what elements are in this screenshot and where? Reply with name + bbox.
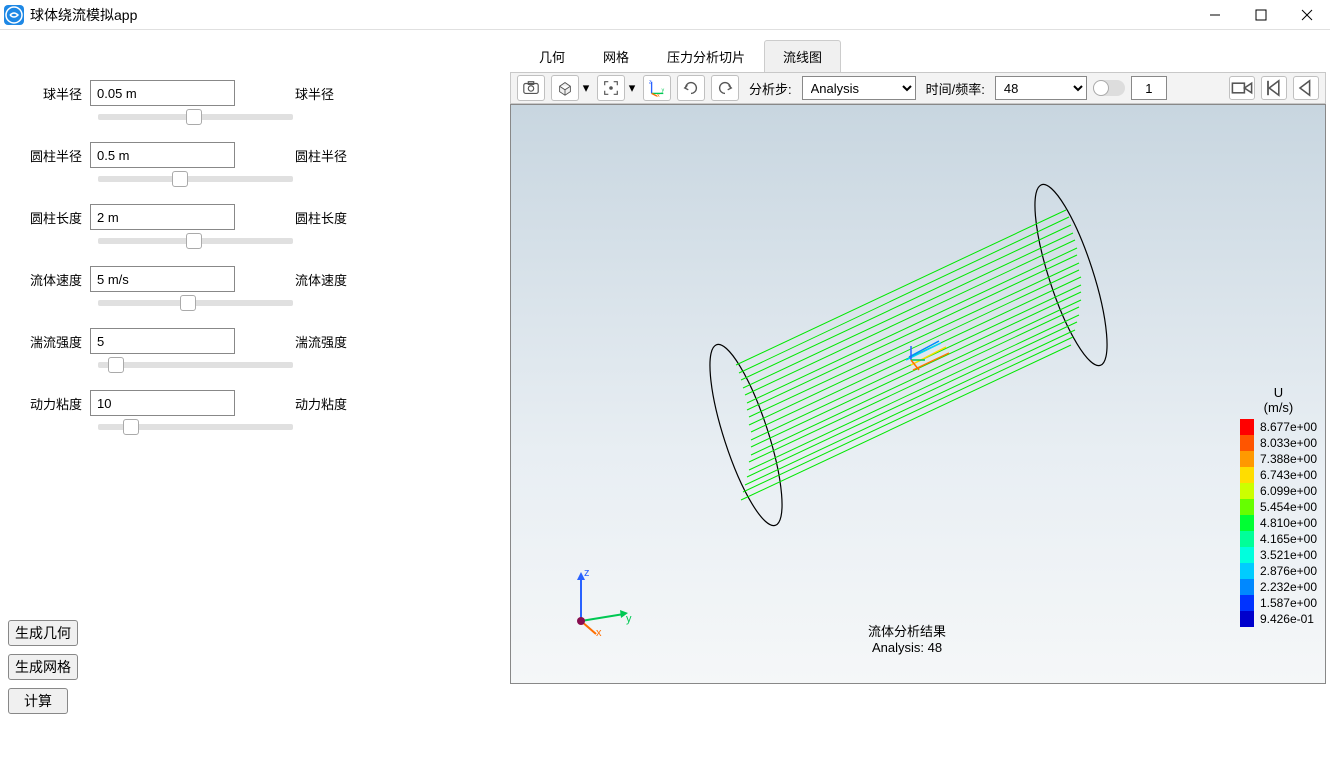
- fit-view-dropdown[interactable]: ▾: [627, 75, 637, 101]
- generate-geometry-button[interactable]: 生成几何: [8, 620, 78, 646]
- param-label-1: 圆柱半径: [0, 146, 90, 165]
- result-caption: 流体分析结果 Analysis: 48: [868, 621, 946, 655]
- legend-row: 9.426e-01: [1240, 611, 1317, 627]
- legend-row: 8.033e+00: [1240, 435, 1317, 451]
- close-button[interactable]: [1284, 0, 1330, 30]
- view-orientation-dropdown[interactable]: ▾: [581, 75, 591, 101]
- svg-text:z: z: [649, 80, 652, 86]
- param-input-5[interactable]: [90, 390, 235, 416]
- screenshot-button[interactable]: [517, 75, 545, 101]
- toggle-switch[interactable]: [1093, 80, 1125, 96]
- app-icon: [4, 5, 24, 25]
- param-side-label-5: 动力粘度: [295, 394, 347, 413]
- calculate-button[interactable]: 计算: [8, 688, 68, 714]
- legend-row: 6.099e+00: [1240, 483, 1317, 499]
- fit-view-button[interactable]: [597, 75, 625, 101]
- param-input-1[interactable]: [90, 142, 235, 168]
- viewport-toolbar: ▾ ▾ z yx 分析步: Analysis 时间/频率: 48: [510, 72, 1326, 104]
- param-label-0: 球半径: [0, 84, 90, 103]
- analysis-step-label: 分析步:: [749, 79, 792, 98]
- generate-mesh-button[interactable]: 生成网格: [8, 654, 78, 680]
- param-slider-3[interactable]: [98, 300, 293, 306]
- param-slider-0[interactable]: [98, 114, 293, 120]
- svg-text:x: x: [657, 93, 660, 97]
- legend-row: 4.810e+00: [1240, 515, 1317, 531]
- record-button[interactable]: [1229, 76, 1255, 100]
- svg-text:x: x: [596, 627, 602, 636]
- legend-row: 8.677e+00: [1240, 419, 1317, 435]
- analysis-step-select[interactable]: Analysis: [802, 76, 916, 100]
- axes-button[interactable]: z yx: [643, 75, 671, 101]
- param-input-0[interactable]: [90, 80, 235, 106]
- legend-row: 5.454e+00: [1240, 499, 1317, 515]
- time-freq-select[interactable]: 48: [995, 76, 1087, 100]
- param-label-3: 流体速度: [0, 270, 90, 289]
- legend-row: 4.165e+00: [1240, 531, 1317, 547]
- tab-2[interactable]: 压力分析切片: [648, 40, 764, 72]
- svg-text:y: y: [626, 613, 632, 625]
- view-orientation-button[interactable]: [551, 75, 579, 101]
- legend-row: 2.876e+00: [1240, 563, 1317, 579]
- param-label-4: 湍流强度: [0, 332, 90, 351]
- window-titlebar: 球体绕流模拟app: [0, 0, 1330, 30]
- first-frame-button[interactable]: [1261, 76, 1287, 100]
- legend-row: 2.232e+00: [1240, 579, 1317, 595]
- param-input-2[interactable]: [90, 204, 235, 230]
- legend-row: 7.388e+00: [1240, 451, 1317, 467]
- param-label-5: 动力粘度: [0, 394, 90, 413]
- step-spinner[interactable]: [1131, 76, 1167, 100]
- time-freq-label: 时间/频率:: [926, 79, 985, 98]
- window-title: 球体绕流模拟app: [30, 5, 1192, 25]
- rotate-right-button[interactable]: [711, 75, 739, 101]
- tab-1[interactable]: 网格: [584, 40, 648, 72]
- svg-text:y: y: [662, 88, 665, 94]
- param-label-2: 圆柱长度: [0, 208, 90, 227]
- prev-frame-button[interactable]: [1293, 76, 1319, 100]
- param-side-label-2: 圆柱长度: [295, 208, 347, 227]
- param-input-4[interactable]: [90, 328, 235, 354]
- param-input-3[interactable]: [90, 266, 235, 292]
- legend-row: 1.587e+00: [1240, 595, 1317, 611]
- param-side-label-4: 湍流强度: [295, 332, 347, 351]
- svg-text:z: z: [584, 567, 590, 579]
- legend-row: 6.743e+00: [1240, 467, 1317, 483]
- tab-3[interactable]: 流线图: [764, 40, 841, 72]
- parameter-panel: 球半径 球半径圆柱半径 圆柱半径圆柱长度 圆柱长度流体速度 流体速度湍流强度 湍流强度动力…: [0, 30, 510, 782]
- maximize-button[interactable]: [1238, 0, 1284, 30]
- tab-0[interactable]: 几何: [520, 40, 584, 72]
- tab-bar: 几何网格压力分析切片流线图: [520, 40, 1330, 72]
- param-side-label-3: 流体速度: [295, 270, 347, 289]
- param-side-label-0: 球半径: [295, 84, 334, 103]
- minimize-button[interactable]: [1192, 0, 1238, 30]
- param-side-label-1: 圆柱半径: [295, 146, 347, 165]
- color-legend: U (m/s) 8.677e+008.033e+007.388e+006.743…: [1240, 385, 1317, 627]
- param-slider-2[interactable]: [98, 238, 293, 244]
- param-slider-5[interactable]: [98, 424, 293, 430]
- rotate-left-button[interactable]: [677, 75, 705, 101]
- param-slider-4[interactable]: [98, 362, 293, 368]
- legend-row: 3.521e+00: [1240, 547, 1317, 563]
- axes-widget: z y x: [566, 566, 636, 639]
- viewport-3d[interactable]: z y x 流体分析结果 Analysis: 48 U (m/s) 8.677e…: [510, 104, 1326, 684]
- param-slider-1[interactable]: [98, 176, 293, 182]
